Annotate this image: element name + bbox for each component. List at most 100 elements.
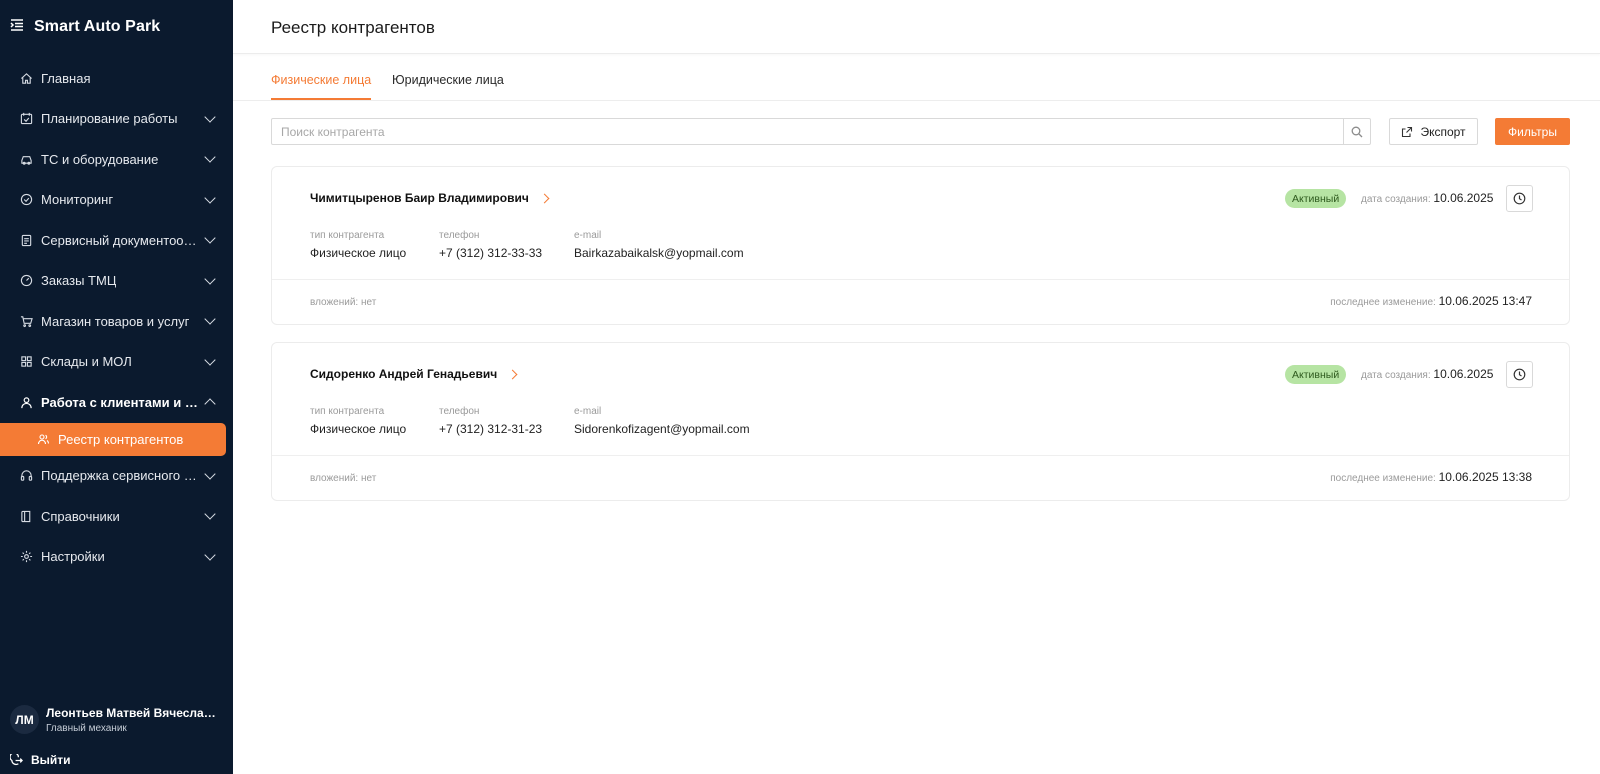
sidebar-item-label: Работа с клиентами и качеством	[41, 394, 203, 410]
check-circle-icon	[19, 193, 33, 207]
search-bar	[271, 118, 1371, 145]
modified-label: последнее изменение:	[1330, 297, 1436, 308]
chevron-up-icon	[204, 398, 216, 410]
sidebar-item-settings[interactable]: Настройки	[0, 537, 233, 578]
book-icon	[19, 509, 33, 523]
field-label: телефон	[439, 406, 480, 417]
sidebar-item-label: Сервисный документооборот	[41, 232, 203, 248]
home-icon	[19, 71, 33, 85]
history-button[interactable]	[1506, 361, 1533, 388]
status-badge: Активный	[1285, 189, 1347, 208]
field-label: телефон	[439, 230, 480, 241]
chevron-right-icon	[539, 193, 550, 203]
sidebar-item-directories[interactable]: Справочники	[0, 496, 233, 537]
field-type: тип контрагента Физическое лицо	[310, 406, 406, 436]
search-button[interactable]	[1343, 119, 1370, 144]
created-value: 10.06.2025	[1433, 367, 1494, 381]
field-email: e-mail Bairkazabaikalsk@yopmail.com	[574, 230, 744, 260]
calendar-check-icon	[19, 112, 33, 126]
brand: Smart Auto Park	[10, 16, 160, 38]
sidebar-item-label: Магазин товаров и услуг	[41, 313, 190, 329]
logout-button[interactable]: Выйти	[10, 753, 71, 767]
chevron-down-icon	[204, 151, 216, 163]
field-value: Физическое лицо	[310, 246, 407, 260]
field-label: e-mail	[574, 230, 602, 241]
sidebar-item-label: ТС и оборудование	[41, 151, 159, 167]
sidebar-item-vehicles[interactable]: ТС и оборудование	[0, 139, 233, 180]
warehouse-icon	[19, 355, 33, 369]
export-icon	[1402, 126, 1413, 137]
sidebar-item-label: Склады и МОЛ	[41, 354, 132, 370]
export-button[interactable]: Экспорт	[1389, 118, 1478, 145]
history-button[interactable]	[1506, 185, 1533, 212]
modified-label: последнее изменение:	[1330, 473, 1436, 484]
counterparty-name-link[interactable]: Чимитцыренов Баир Владимирович	[310, 191, 550, 205]
page-title: Реестр контрагентов	[271, 18, 435, 37]
chevron-down-icon	[204, 508, 216, 520]
sidebar-item-label: Заказы ТМЦ	[41, 273, 117, 289]
page-header: Реестр контрагентов	[233, 0, 1600, 54]
chevron-right-icon	[507, 369, 518, 379]
sidebar-item-planning[interactable]: Планирование работы	[0, 99, 233, 140]
counterparty-name: Сидоренко Андрей Генадьевич	[310, 367, 498, 381]
modified-value: 10.06.2025 13:38	[1438, 470, 1532, 484]
divider	[272, 455, 1569, 456]
chevron-down-icon	[204, 549, 216, 561]
logout-label: Выйти	[31, 753, 71, 767]
sidebar-item-warehouses[interactable]: Склады и МОЛ	[0, 342, 233, 383]
sidebar-item-clients[interactable]: Работа с клиентами и качеством	[0, 382, 233, 423]
sidebar-item-home[interactable]: Главная	[0, 58, 233, 99]
field-phone: телефон +7 (312) 312-33-33	[439, 230, 542, 260]
gauge-icon	[19, 274, 33, 288]
field-value: Sidorenkofizagent@yopmail.com	[574, 422, 750, 436]
sidebar-item-monitoring[interactable]: Мониторинг	[0, 180, 233, 221]
field-type: тип контрагента Физическое лицо	[310, 230, 406, 260]
created-date: дата создания: 10.06.2025	[1361, 191, 1493, 205]
sidebar-item-orders[interactable]: Заказы ТМЦ	[0, 261, 233, 302]
attachments-info: вложений: нет	[310, 297, 377, 308]
sidebar-item-label: Главная	[41, 70, 91, 86]
search-icon	[1351, 126, 1363, 137]
sidebar-subitem-counterparties[interactable]: Реестр контрагентов	[0, 422, 226, 456]
user-icon	[19, 395, 33, 409]
chevron-down-icon	[204, 313, 216, 325]
menu-collapse-icon[interactable]	[10, 18, 24, 37]
field-value: Физическое лицо	[310, 422, 407, 436]
user-role: Главный механик	[46, 722, 127, 734]
headset-icon	[19, 469, 33, 483]
tabs: Физические лица Юридические лица	[233, 55, 1600, 101]
gear-icon	[19, 550, 33, 564]
created-value: 10.06.2025	[1433, 191, 1494, 205]
sidebar-item-shop[interactable]: Магазин товаров и услуг	[0, 301, 233, 342]
modified-date: последнее изменение: 10.06.2025 13:38	[1330, 470, 1532, 484]
tab-legal-entities[interactable]: Юридические лица	[392, 73, 504, 98]
counterparty-card: Сидоренко Андрей Генадьевич Активный дат…	[271, 342, 1570, 501]
cart-icon	[19, 314, 33, 328]
filters-button[interactable]: Фильтры	[1495, 118, 1570, 145]
field-label: e-mail	[574, 406, 602, 417]
divider	[272, 279, 1569, 280]
field-value: +7 (312) 312-33-33	[439, 246, 543, 260]
export-label: Экспорт	[1420, 124, 1466, 139]
user-profile[interactable]: ЛМ Леонтьев Матвей Вячеславович Главный …	[10, 705, 218, 734]
chevron-down-icon	[204, 192, 216, 204]
chevron-down-icon	[204, 111, 216, 123]
modified-value: 10.06.2025 13:47	[1438, 294, 1532, 308]
user-name: Леонтьев Матвей Вячеславович	[46, 705, 218, 720]
counterparty-card: Чимитцыренов Баир Владимирович Активный …	[271, 166, 1570, 325]
field-label: тип контрагента	[310, 230, 385, 241]
tab-individuals[interactable]: Физические лица	[271, 73, 372, 100]
sidebar-nav: Главная Планирование работы ТС и оборудо…	[0, 58, 233, 577]
chevron-down-icon	[204, 232, 216, 244]
search-input[interactable]	[272, 119, 1343, 144]
chevron-down-icon	[204, 354, 216, 366]
brand-name: Smart Auto Park	[34, 18, 161, 35]
created-date: дата создания: 10.06.2025	[1361, 367, 1493, 381]
sidebar-item-support[interactable]: Поддержка сервисного персонала	[0, 456, 233, 497]
document-icon	[19, 233, 33, 247]
field-label: тип контрагента	[310, 406, 385, 417]
sidebar-item-label: Настройки	[41, 549, 105, 565]
clock-icon	[1513, 192, 1526, 205]
counterparty-name-link[interactable]: Сидоренко Андрей Генадьевич	[310, 367, 518, 381]
sidebar-item-service-docs[interactable]: Сервисный документооборот	[0, 220, 233, 261]
